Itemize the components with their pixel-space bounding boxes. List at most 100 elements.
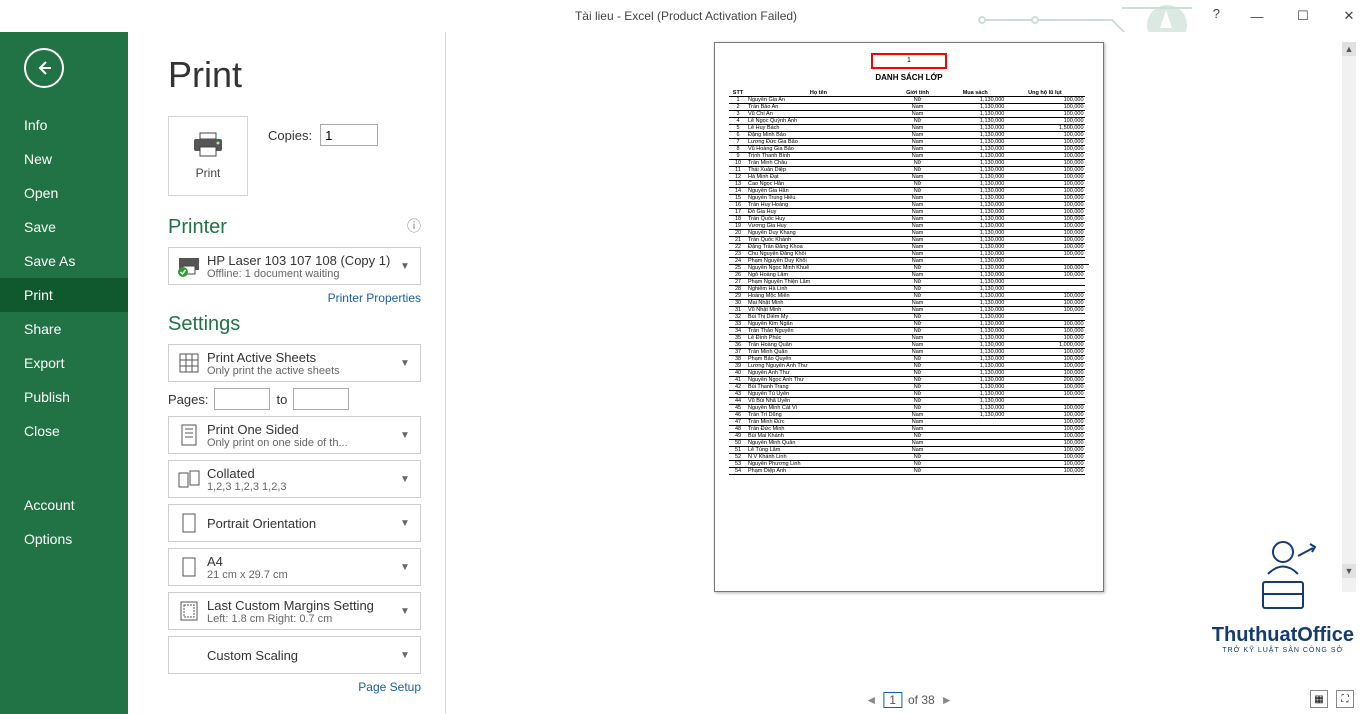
margins-icon xyxy=(175,597,203,625)
table-row: 54Phạm Diệp AnhNữ100,000 xyxy=(729,468,1089,475)
zoom-to-page-button[interactable]: ⛶ xyxy=(1336,690,1354,708)
pages-to-input[interactable] xyxy=(293,388,349,410)
table-row: 44Vũ Bùi Nhã UyênNữ1,130,000 xyxy=(729,398,1089,405)
portrait-icon xyxy=(175,509,203,537)
page-of-label: of 38 xyxy=(908,693,935,707)
table-row: 15Nguyễn Trung HiếuNam1,130,000100,000 xyxy=(729,195,1089,202)
sidebar-item-info[interactable]: Info xyxy=(0,108,128,142)
table-row: 10Trần Minh ChâuNữ1,130,000100,000 xyxy=(729,160,1089,167)
show-margins-button[interactable]: ▦ xyxy=(1310,690,1328,708)
sidebar-item-export[interactable]: Export xyxy=(0,346,128,380)
printer-properties-link[interactable]: Printer Properties xyxy=(168,291,421,305)
print-panel: Print Print Copies: ⓘ Printer xyxy=(128,32,446,714)
table-row: 19Vương Gia HuyNam1,130,000100,000 xyxy=(729,223,1089,230)
scroll-up-icon: ▲ xyxy=(1342,42,1356,56)
backstage-sidebar: InfoNewOpenSaveSave AsPrintShareExportPu… xyxy=(0,32,128,714)
table-row: 5Lê Huy BáchNam1,130,0001,500,000 xyxy=(729,125,1089,132)
scaling-select[interactable]: Custom Scaling ▼ xyxy=(168,636,421,674)
table-row: 46Trần Trí DũngNam1,130,000100,000 xyxy=(729,412,1089,419)
sides-select[interactable]: Print One SidedOnly print on one side of… xyxy=(168,416,421,454)
table-row: 1Nguyễn Gia AnNữ1,130,000100,000 xyxy=(729,97,1089,104)
prev-page-button[interactable]: ◄ xyxy=(865,693,877,707)
page-navigator: ◄ 1 of 38 ► xyxy=(865,692,952,708)
next-page-button[interactable]: ► xyxy=(941,693,953,707)
sidebar-item-print[interactable]: Print xyxy=(0,278,128,312)
table-row: 25Nguyễn Ngọc Minh KhuêNữ1,130,000100,00… xyxy=(729,265,1089,272)
one-sided-icon xyxy=(175,421,203,449)
table-row: 50Nguyễn Minh QuânNam100,000 xyxy=(729,440,1089,447)
sidebar-item-save[interactable]: Save xyxy=(0,210,128,244)
table-row: 27Phạm Nguyễn Thiện LâmNữ1,130,000 xyxy=(729,279,1089,286)
table-row: 35Lê Đình PhúcNam1,130,000100,000 xyxy=(729,335,1089,342)
table-row: 29Hoàng Mộc MiênNữ1,130,000100,000 xyxy=(729,293,1089,300)
maximize-button[interactable]: ☐ xyxy=(1280,0,1326,32)
sidebar-item-options[interactable]: Options xyxy=(0,522,128,556)
table-row: 48Trần Đức MinhNam100,000 xyxy=(729,426,1089,433)
table-row: 38Phạm Bảo QuyênNữ1,130,000100,000 xyxy=(729,356,1089,363)
table-row: 21Trần Quốc KhánhNam1,130,000100,000 xyxy=(729,237,1089,244)
table-row: 47Trần Minh ĐứcNam100,000 xyxy=(729,419,1089,426)
printer-select[interactable]: HP Laser 103 107 108 (Copy 1) Offline: 1… xyxy=(168,247,421,285)
table-row: 7Lương Đức Gia BảoNam1,130,000100,000 xyxy=(729,139,1089,146)
scroll-down-icon: ▼ xyxy=(1342,564,1356,578)
table-row: 36Trần Hoàng QuânNam1,130,0001,000,000 xyxy=(729,342,1089,349)
table-row: 40Nguyễn Anh ThưNữ1,130,000100,000 xyxy=(729,370,1089,377)
table-row: 42Bùi Thanh TrangNữ1,130,000100,000 xyxy=(729,384,1089,391)
window-title: Tài lieu - Excel (Product Activation Fai… xyxy=(575,9,797,23)
preview-table: STTHọ tênGiới tínhMua sáchÚng hộ lũ lụt … xyxy=(729,90,1089,475)
info-icon[interactable]: ⓘ xyxy=(407,216,421,236)
table-row: 53Nguyễn Phương LinhNữ100,000 xyxy=(729,461,1089,468)
page-setup-link[interactable]: Page Setup xyxy=(168,680,421,694)
paper-size-select[interactable]: A421 cm x 29.7 cm ▼ xyxy=(168,548,421,586)
table-row: 17Đỗ Gia HuyNam1,130,000100,000 xyxy=(729,209,1089,216)
sidebar-item-save-as[interactable]: Save As xyxy=(0,244,128,278)
table-row: 12Hà Minh ĐạtNam1,130,000100,000 xyxy=(729,174,1089,181)
print-scope-select[interactable]: Print Active SheetsOnly print the active… xyxy=(168,344,421,382)
table-row: 30Mai Nhật MinhNam1,130,000100,000 xyxy=(729,300,1089,307)
sidebar-item-publish[interactable]: Publish xyxy=(0,380,128,414)
preview-scrollbar[interactable]: ▲ ▼ xyxy=(1342,42,1356,592)
table-row: 24Phạm Nguyễn Duy KhôiNam1,130,000 xyxy=(729,258,1089,265)
minimize-button[interactable]: — xyxy=(1234,0,1280,32)
table-row: 52N V Khánh LinhNữ100,000 xyxy=(729,454,1089,461)
table-row: 51Lê Tùng LâmNam100,000 xyxy=(729,447,1089,454)
printer-status-icon xyxy=(175,252,203,280)
print-button[interactable]: Print xyxy=(168,116,248,196)
sidebar-item-share[interactable]: Share xyxy=(0,312,128,346)
copies-input[interactable] xyxy=(320,124,378,146)
pages-from-input[interactable] xyxy=(214,388,270,410)
current-page[interactable]: 1 xyxy=(883,692,902,708)
printer-heading: Printer xyxy=(168,216,421,239)
paper-icon xyxy=(175,553,203,581)
pages-label: Pages: xyxy=(168,392,208,407)
table-row: 49Bùi Mai KhánhNữ100,000 xyxy=(729,433,1089,440)
table-row: 20Nguyễn Duy KhangNam1,130,000100,000 xyxy=(729,230,1089,237)
table-row: 16Trần Huy HoàngNam1,130,000100,000 xyxy=(729,202,1089,209)
watermark: ThuthuatOffice TRỞ KỸ LUẬT SÂN CÔNG SỞ xyxy=(1212,534,1354,654)
collate-icon xyxy=(175,465,203,493)
sidebar-item-account[interactable]: Account xyxy=(0,488,128,522)
sidebar-item-new[interactable]: New xyxy=(0,142,128,176)
chevron-down-icon: ▼ xyxy=(400,261,414,272)
table-row: 8Vũ Hoàng Gia BảoNam1,130,000100,000 xyxy=(729,146,1089,153)
table-row: 28Nghiêm Hà LinhNữ1,130,000 xyxy=(729,286,1089,293)
page-title: Print xyxy=(168,54,421,96)
table-row: 18Trần Quốc HuyNam1,130,000100,000 xyxy=(729,216,1089,223)
collate-select[interactable]: Collated1,2,3 1,2,3 1,2,3 ▼ xyxy=(168,460,421,498)
margins-select[interactable]: Last Custom Margins SettingLeft: 1.8 cm … xyxy=(168,592,421,630)
table-row: 6Đặng Minh BảoNam1,130,000100,000 xyxy=(729,132,1089,139)
printer-icon xyxy=(192,132,224,158)
table-row: 14Nguyễn Gia HânNữ1,130,000100,000 xyxy=(729,188,1089,195)
sidebar-item-close[interactable]: Close xyxy=(0,414,128,448)
help-button[interactable]: ? xyxy=(1213,6,1220,21)
table-row: 45Nguyễn Minh Cát ViNữ1,130,000100,000 xyxy=(729,405,1089,412)
table-row: 37Trần Minh QuânNam1,130,000100,000 xyxy=(729,349,1089,356)
back-button[interactable] xyxy=(24,48,64,88)
table-row: 33Nguyễn Kim NgânNữ1,130,000100,000 xyxy=(729,321,1089,328)
table-row: 39Lương Nguyễn Anh ThưNữ1,130,000100,000 xyxy=(729,363,1089,370)
table-row: 13Cao Ngọc HânNữ1,130,000100,000 xyxy=(729,181,1089,188)
table-row: 26Ngô Hoàng LâmNam1,130,000100,000 xyxy=(729,272,1089,279)
orientation-select[interactable]: Portrait Orientation ▼ xyxy=(168,504,421,542)
sidebar-item-open[interactable]: Open xyxy=(0,176,128,210)
close-button[interactable]: ✕ xyxy=(1326,0,1372,32)
